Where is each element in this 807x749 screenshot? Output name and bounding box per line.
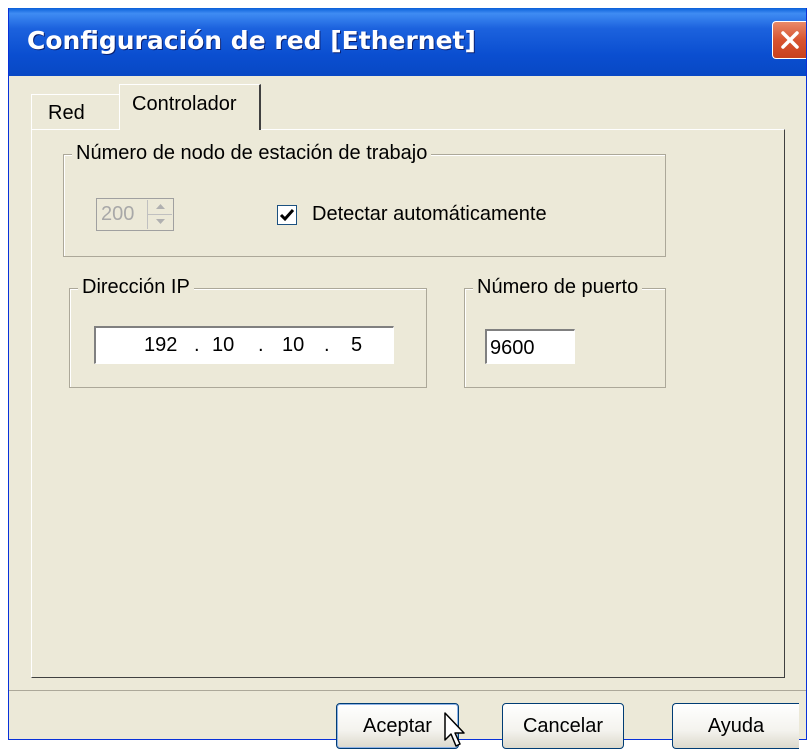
close-icon	[781, 31, 799, 49]
spinner-down-button[interactable]	[148, 214, 172, 228]
tab-controlador-label: Controlador	[132, 93, 237, 115]
ip-octet-4[interactable]: 5	[351, 334, 362, 357]
port-number-group-label: Número de puerto	[473, 276, 643, 299]
ip-address-group-label: Dirección IP	[78, 276, 194, 299]
help-button[interactable]: Ayuda	[672, 703, 799, 749]
node-number-group-label: Número de nodo de estación de trabajo	[72, 142, 432, 165]
ok-button[interactable]: Aceptar	[336, 703, 459, 749]
ip-separator: .	[194, 334, 200, 356]
port-number-value: 9600	[490, 337, 535, 359]
tab-red[interactable]: Red	[31, 94, 123, 130]
checkmark-icon	[279, 209, 295, 222]
button-separator	[9, 690, 806, 691]
network-config-dialog: Configuración de red [Ethernet] Red Cont…	[8, 8, 807, 740]
port-number-field[interactable]: 9600	[485, 329, 575, 364]
node-number-spinner[interactable]: 200	[96, 198, 174, 231]
spinner-buttons	[147, 200, 172, 229]
arrow-down-icon	[155, 219, 165, 224]
tab-red-label: Red	[48, 102, 85, 124]
auto-detect-checkbox[interactable]	[277, 205, 297, 225]
auto-detect-label[interactable]: Detectar automáticamente	[312, 203, 547, 226]
ip-address-field[interactable]: 192 . 10 . 10 . 5	[94, 326, 394, 364]
cancel-button[interactable]: Cancelar	[502, 703, 624, 749]
mouse-pointer-icon	[444, 712, 465, 747]
ip-octet-3[interactable]: 10	[282, 334, 304, 357]
node-number-value: 200	[101, 203, 135, 225]
close-button[interactable]	[772, 21, 806, 59]
title-bar[interactable]: Configuración de red [Ethernet]	[9, 8, 806, 76]
ip-octet-2[interactable]: 10	[212, 334, 234, 357]
window-title: Configuración de red [Ethernet]	[27, 26, 476, 55]
ok-button-label: Aceptar	[363, 714, 432, 737]
tab-controlador[interactable]: Controlador	[119, 84, 261, 130]
spinner-up-button[interactable]	[148, 200, 172, 215]
ip-octet-1[interactable]: 192	[144, 334, 177, 357]
help-button-label: Ayuda	[707, 714, 765, 737]
ip-separator: .	[324, 334, 330, 356]
ip-separator: .	[258, 334, 264, 356]
cancel-button-label: Cancelar	[522, 714, 604, 737]
arrow-up-icon	[155, 204, 165, 209]
